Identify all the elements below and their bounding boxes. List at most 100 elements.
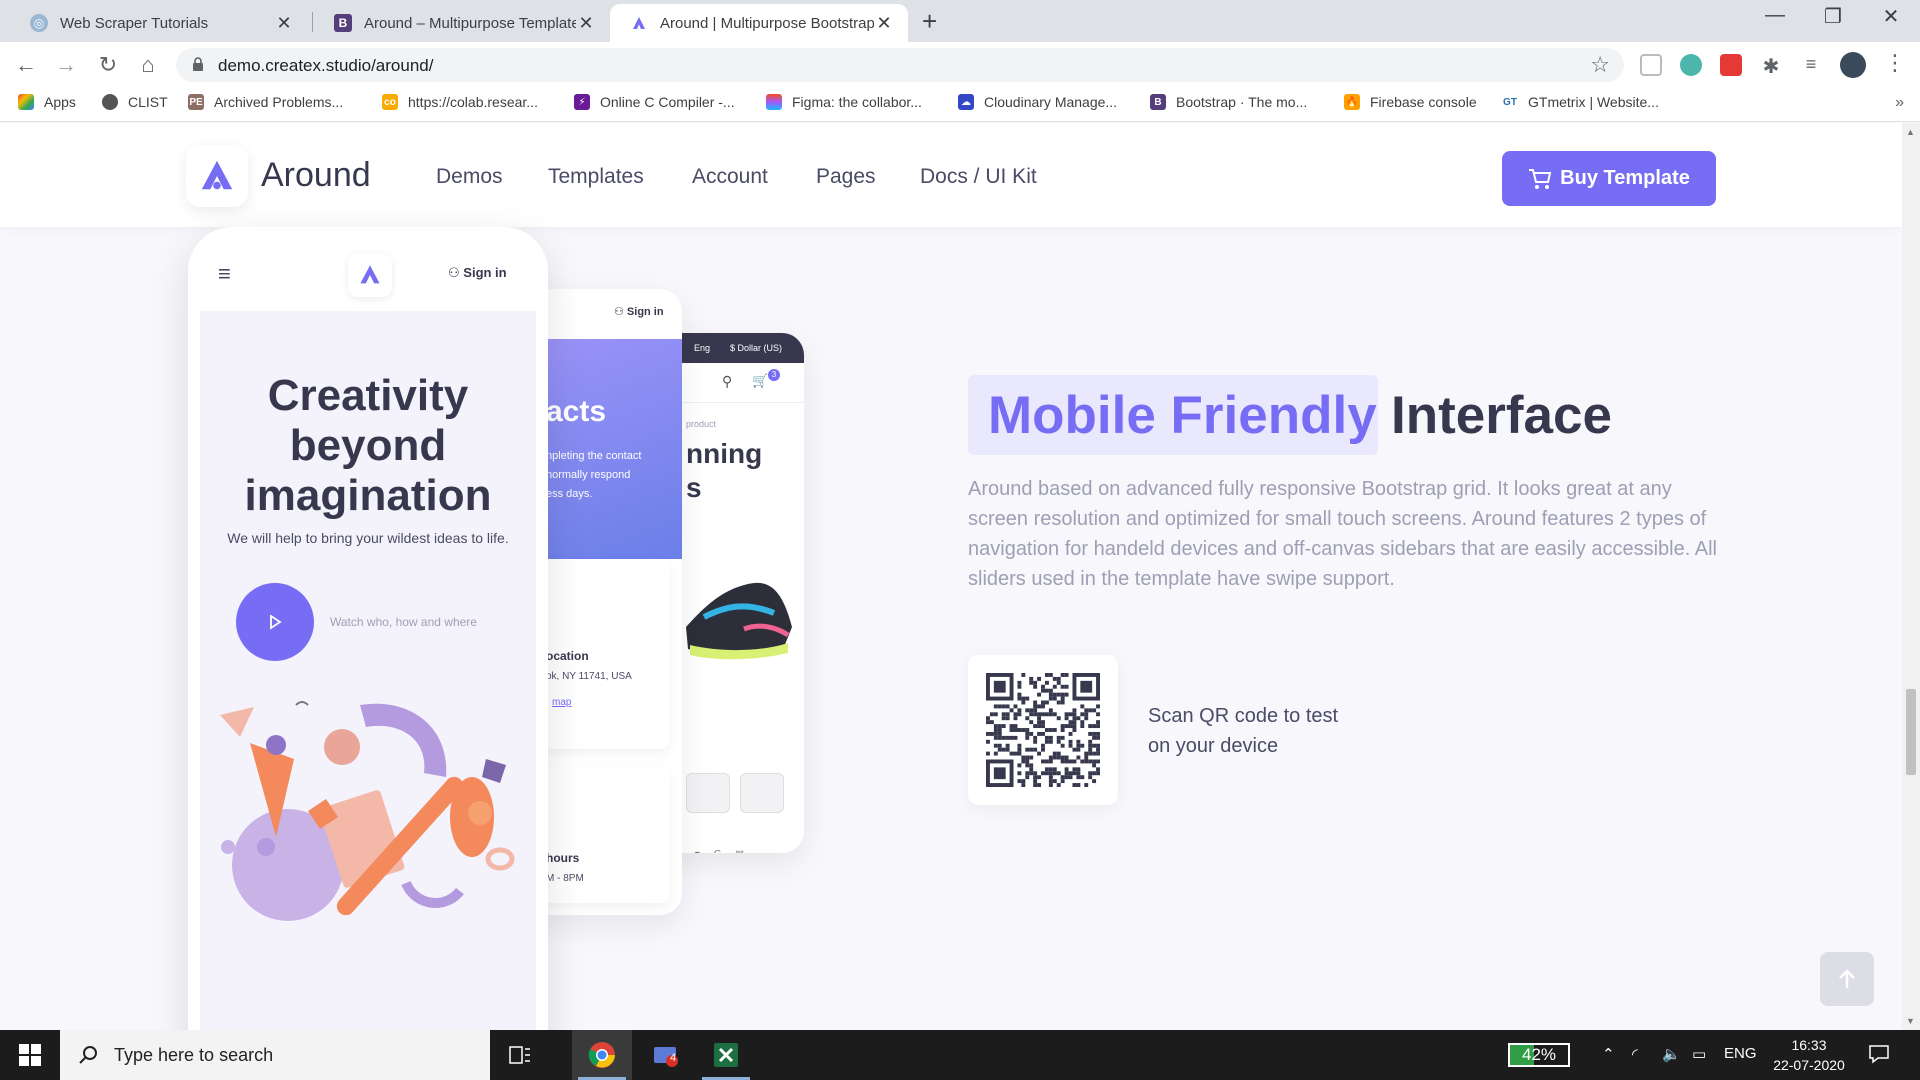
chevron-up-icon[interactable]: ⌃ bbox=[1602, 1045, 1615, 1063]
nav-templates[interactable]: Templates bbox=[548, 165, 644, 189]
sign-in-link[interactable]: ⚇ Sign in bbox=[614, 305, 664, 318]
page-viewport: Around Demos Templates Account Pages Doc… bbox=[0, 123, 1902, 1030]
menu-icon[interactable]: ⋮ bbox=[1884, 50, 1906, 76]
sign-in-link[interactable]: ⚇ Sign in bbox=[448, 265, 507, 281]
mail-taskbar-icon[interactable]: 4 bbox=[636, 1030, 696, 1080]
bookmark-label: Online C Compiler -... bbox=[600, 94, 735, 110]
location-address: ok, NY 11741, USA bbox=[546, 671, 632, 682]
new-tab-button[interactable]: + bbox=[922, 6, 937, 37]
scroll-up-arrow[interactable]: ▲ bbox=[1906, 127, 1915, 137]
browser-tab-bar: ◎ Web Scraper Tutorials ✕ B Around – Mul… bbox=[0, 0, 1920, 42]
play-button[interactable] bbox=[236, 583, 314, 661]
start-button[interactable] bbox=[0, 1030, 60, 1080]
media-icon[interactable]: ≡ bbox=[1800, 54, 1822, 76]
scroll-to-top-button[interactable] bbox=[1820, 952, 1874, 1006]
tab-web-scraper[interactable]: ◎ Web Scraper Tutorials ✕ bbox=[10, 4, 308, 42]
tab-around-template[interactable]: B Around – Multipurpose Template ✕ bbox=[314, 4, 610, 42]
bookmark-figma[interactable]: Figma: the collabor... bbox=[766, 94, 922, 110]
restore-icon[interactable]: ❐ bbox=[1810, 4, 1856, 29]
battery-indicator[interactable]: 42% bbox=[1508, 1043, 1570, 1067]
scrollbar-thumb[interactable] bbox=[1906, 689, 1916, 775]
cart-icon bbox=[1529, 168, 1552, 189]
location-title: ocation bbox=[546, 649, 589, 663]
extension-icon[interactable] bbox=[1720, 54, 1742, 76]
bookmark-cloudinary[interactable]: ☁ Cloudinary Manage... bbox=[958, 94, 1117, 110]
wifi-icon[interactable]: ◜ bbox=[1632, 1045, 1638, 1063]
bookmark-star-icon[interactable]: ☆ bbox=[1590, 52, 1610, 78]
bookmark-label: Apps bbox=[44, 94, 76, 110]
volume-icon[interactable]: 🔈 bbox=[1662, 1045, 1681, 1063]
more-bookmarks-icon[interactable]: » bbox=[1895, 94, 1904, 112]
notification-icon[interactable] bbox=[1868, 1043, 1890, 1070]
page-scrollbar[interactable]: ▲ ▼ bbox=[1902, 123, 1920, 1030]
chrome-taskbar-icon[interactable] bbox=[572, 1030, 632, 1080]
contacts-hero: acts npleting the contact normally respo… bbox=[530, 339, 682, 559]
address-bar[interactable]: demo.createx.studio/around/ ☆ bbox=[176, 48, 1624, 82]
search-placeholder: Type here to search bbox=[114, 1044, 274, 1065]
hamburger-icon[interactable]: ≡ bbox=[218, 261, 231, 287]
extension-icon[interactable] bbox=[1640, 54, 1662, 76]
hours-value: M - 8PM bbox=[546, 873, 584, 884]
hours-title: hours bbox=[546, 851, 580, 865]
bookmark-apps[interactable]: Apps bbox=[18, 94, 76, 110]
home-icon[interactable]: ⌂ bbox=[134, 51, 162, 79]
close-tab-icon[interactable]: ✕ bbox=[274, 13, 294, 34]
bookmark-firebase[interactable]: 🔥 Firebase console bbox=[1344, 94, 1477, 110]
compiler-icon: ⚡ bbox=[574, 94, 590, 110]
clock-date: 22-07-2020 bbox=[1773, 1057, 1845, 1073]
bookmark-label: https://colab.resear... bbox=[408, 94, 538, 110]
reload-icon[interactable]: ↻ bbox=[94, 51, 122, 79]
bookmark-clist[interactable]: CLIST bbox=[102, 94, 168, 110]
user-icon: ⚇ bbox=[614, 306, 627, 318]
around-logo[interactable] bbox=[186, 145, 248, 207]
feature-description: Around based on advanced fully responsiv… bbox=[968, 478, 1717, 590]
excel-taskbar-icon[interactable] bbox=[696, 1030, 756, 1080]
battery-icon[interactable]: ▭ bbox=[1692, 1045, 1706, 1063]
nav-docs[interactable]: Docs / UI Kit bbox=[920, 165, 1037, 189]
view-map-link[interactable]: map bbox=[552, 697, 571, 708]
search-icon bbox=[79, 1046, 97, 1064]
bookmark-bootstrap[interactable]: B Bootstrap · The mo... bbox=[1150, 94, 1307, 110]
bookmark-c-compiler[interactable]: ⚡ Online C Compiler -... bbox=[574, 94, 735, 110]
close-tab-icon[interactable]: ✕ bbox=[576, 13, 596, 34]
social-icons: f▾G✉ bbox=[678, 849, 758, 853]
close-tab-icon[interactable]: ✕ bbox=[874, 13, 894, 34]
tab-around-bootstrap[interactable]: Around | Multipurpose Bootstrap ✕ bbox=[610, 4, 908, 42]
system-clock[interactable]: 16:33 22-07-2020 bbox=[1764, 1035, 1854, 1075]
extension-icon[interactable] bbox=[1680, 54, 1702, 76]
nav-pages[interactable]: Pages bbox=[816, 165, 876, 189]
language-indicator[interactable]: ENG bbox=[1724, 1045, 1757, 1062]
bootstrap-icon: B bbox=[334, 14, 352, 32]
browser-toolbar: ← → ↻ ⌂ demo.createx.studio/around/ ☆ ✱ … bbox=[0, 42, 1920, 88]
bookmark-label: Firebase console bbox=[1370, 94, 1477, 110]
forward-icon[interactable]: → bbox=[52, 51, 80, 79]
close-window-icon[interactable]: ✕ bbox=[1868, 4, 1914, 29]
back-icon[interactable]: ← bbox=[12, 51, 40, 79]
lang-select: Eng bbox=[694, 343, 711, 353]
product-thumb[interactable] bbox=[686, 773, 730, 813]
bookmark-archived[interactable]: PE Archived Problems... bbox=[188, 94, 343, 110]
product-thumb[interactable] bbox=[740, 773, 784, 813]
profile-avatar[interactable] bbox=[1840, 52, 1866, 78]
taskbar-search[interactable]: Type here to search bbox=[60, 1030, 490, 1080]
nav-demos[interactable]: Demos bbox=[436, 165, 503, 189]
scroll-down-arrow[interactable]: ▼ bbox=[1906, 1016, 1915, 1026]
buy-template-button[interactable]: Buy Template bbox=[1502, 151, 1716, 206]
nav-account[interactable]: Account bbox=[692, 165, 768, 189]
logo-text[interactable]: Around bbox=[261, 156, 371, 195]
tab-title: Around – Multipurpose Template bbox=[364, 14, 576, 32]
bookmark-colab[interactable]: co https://colab.resear... bbox=[382, 94, 538, 110]
task-view-icon[interactable] bbox=[490, 1030, 550, 1080]
minimize-icon[interactable]: — bbox=[1752, 4, 1798, 27]
around-logo-icon[interactable] bbox=[348, 253, 392, 297]
pe-icon: PE bbox=[188, 94, 204, 110]
sneaker-image bbox=[686, 582, 792, 660]
contacts-heading: acts bbox=[546, 395, 607, 428]
puzzle-icon[interactable]: ✱ bbox=[1760, 54, 1782, 78]
mail-badge: 4 bbox=[670, 1052, 677, 1064]
watch-video-text: Watch who, how and where bbox=[330, 615, 477, 629]
bookmark-gtmetrix[interactable]: GT GTmetrix | Website... bbox=[1502, 94, 1659, 110]
qr-instructions-line: Scan QR code to test bbox=[1148, 705, 1339, 727]
windows-taskbar: Type here to search 4 42% ⌃ ◜ 🔈 ▭ ENG 16… bbox=[0, 1030, 1920, 1080]
bookmark-label: Bootstrap · The mo... bbox=[1176, 94, 1308, 110]
